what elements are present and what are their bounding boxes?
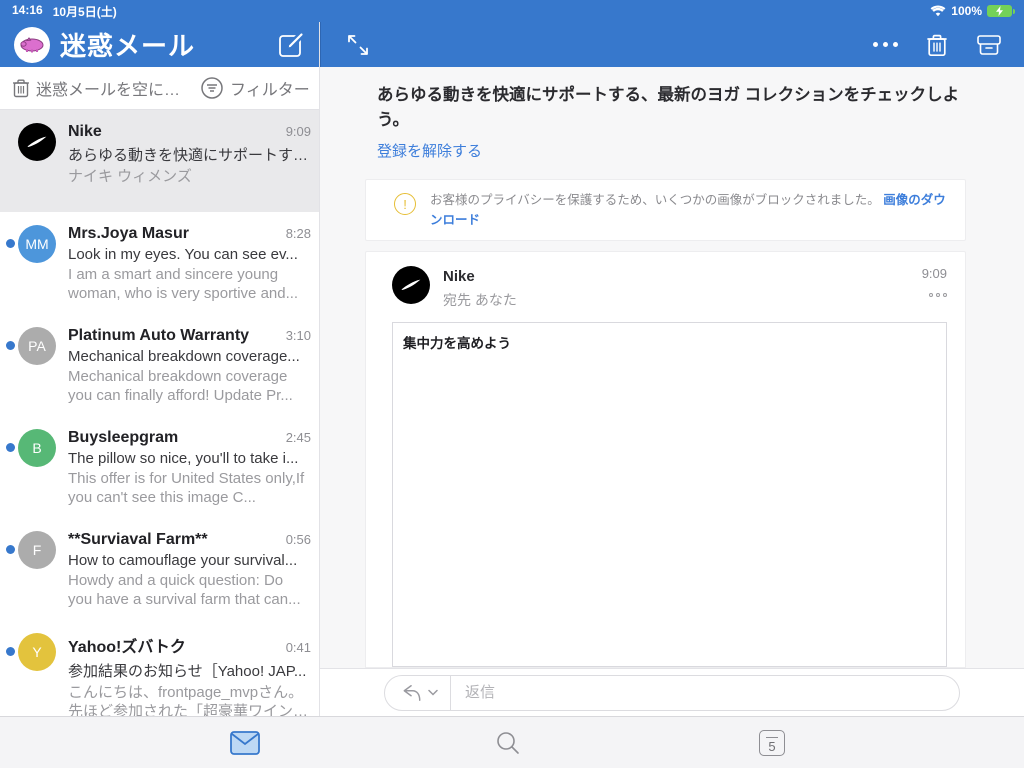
sender-name: **Surviaval Farm** [68,531,208,548]
sender-name: Yahoo!ズバトク [68,639,186,656]
reading-pane: あらゆる動きを快適にサポートする、最新のヨガ コレクションをチェックしよう。 登… [320,22,1024,716]
mail-card: Nike 宛先 あなた 9:09 集中力を高めよう [365,251,966,668]
compose-button[interactable] [277,31,305,59]
search-icon [497,731,519,754]
unsubscribe-link[interactable]: 登録を解除する [377,140,482,161]
nike-swoosh-icon [27,136,47,148]
date: 10月5日(土) [52,4,117,19]
sender-avatar: Y [18,633,56,671]
mail-time: 8:28 [285,226,311,241]
battery-icon [987,5,1015,17]
mail-subject: Look in my eyes. You can see ev... [68,246,298,263]
sender-avatar: B [18,429,56,467]
mail-time: 0:56 [285,532,311,547]
mail-preview: Howdy and a quick question: Do you have … [68,572,301,608]
list-item[interactable]: Nike 9:09 あらゆる動きを快適にサポートす… ナイキ ウィメンズ [0,110,319,212]
delete-button[interactable] [926,33,948,57]
mail-time: 9:09 [285,124,311,139]
mail-preview: Mechanical breakdown coverage you can fi… [68,368,293,404]
trash-icon [927,34,947,56]
mail-subject: The pillow so nice, you'll to take i... [68,450,299,467]
empty-spam-button[interactable]: 迷惑メールを空に… [12,76,180,100]
mail-subject: How to camouflage your survival... [68,552,298,569]
list-toolbar: 迷惑メールを空に… フィルター [0,67,319,110]
sender-name: Buysleepgram [68,429,179,446]
sender-name: Nike [443,268,475,285]
reply-bar [320,668,1024,716]
mail-time: 0:41 [285,640,311,655]
archive-icon [977,34,1001,55]
blocked-images-banner: ! お客様のプライバシーを保護するため、いくつかの画像がブロックされました。 画… [365,179,966,241]
mail-preview: こんにちは、frontpage_mvpさん。先ほど参加された「超豪華ワイン… [68,684,309,716]
sender-name: Platinum Auto Warranty [68,327,250,344]
sender-avatar: F [18,531,56,569]
tab-mail[interactable] [230,730,260,755]
unread-dot [5,443,15,452]
tab-search[interactable] [495,730,521,756]
mail-preview: This offer is for United States only,If … [68,470,305,506]
list-item[interactable]: MM Mrs.Joya Masur 8:28 Look in my eyes. Y… [0,212,319,314]
mail-preview: I am a smart and sincere young woman, wh… [68,266,299,302]
list-item[interactable]: Y Yahoo!ズバトク 0:41 参加結果のお知らせ［Yahoo! JAP...… [0,620,319,716]
reply-arrow-icon [403,684,421,701]
reply-type-button[interactable] [385,683,450,703]
mail-list-pane: 迷惑メール 迷惑メールを空に… フィルター Nike 9:09 あらゆる動きを快… [0,22,320,716]
pig-icon [20,36,44,52]
list-item[interactable]: F **Surviaval Farm** 0:56 How to camoufla… [0,518,319,620]
sender-avatar [18,123,56,161]
chevron-down-icon [428,689,438,696]
filter-icon [201,77,223,99]
mail-subject: あらゆる動きを快適にサポートす… [68,147,309,164]
status-bar: 14:16 10月5日(土) 100% [0,0,1024,22]
nike-swoosh-icon [401,279,421,291]
tab-app-badge[interactable]: 5 [759,729,785,756]
trash-icon [13,79,29,98]
mail-time: 2:45 [285,430,311,445]
warning-icon: ! [394,193,416,215]
sender-name: Mrs.Joya Masur [68,225,189,242]
battery-percent: 100% [951,4,982,18]
sender-avatar: PA [18,327,56,365]
mail-body-text: 集中力を高めよう [403,336,511,351]
filter-button[interactable]: フィルター [200,76,310,100]
mail-icon [230,730,260,755]
reply-input[interactable] [451,684,959,701]
privacy-notice: お客様のプライバシーを保護するため、いくつかの画像がブロックされました。 [430,193,880,207]
mail-subject: 参加結果のお知らせ［Yahoo! JAP... [68,663,307,680]
empty-spam-label: 迷惑メールを空に… [36,82,181,99]
folder-title: 迷惑メール [60,31,196,61]
mail-subject-full: あらゆる動きを快適にサポートする、最新のヨガ コレクションをチェックしよう。 [377,86,960,129]
sender-name: Nike [68,123,102,140]
sender-avatar: MM [18,225,56,263]
mail-time: 9:09 [921,266,947,281]
badge-5-icon: 5 [759,729,785,756]
mail-content: あらゆる動きを快適にサポートする、最新のヨガ コレクションをチェックしよう。 登… [320,67,1024,668]
mail-body: 集中力を高めよう [392,322,947,667]
mail-subject: Mechanical breakdown coverage... [68,348,300,365]
list-item[interactable]: PA Platinum Auto Warranty 3:10 Mechanical… [0,314,319,416]
unread-dot [5,545,15,554]
account-avatar[interactable] [14,26,50,63]
filter-label: フィルター [230,82,310,99]
more-options-button[interactable] [873,42,898,47]
recipient-line: 宛先 あなた [443,292,517,308]
mail-time: 3:10 [285,328,311,343]
mail-app: 14:16 10月5日(土) 100% 迷惑メール 迷惑メールを空に… フィルタ… [0,0,1024,768]
unread-dot [5,239,15,248]
folder-header: 迷惑メール [0,22,319,67]
mail-preview: ナイキ ウィメンズ [68,168,192,185]
unread-dot [5,341,15,350]
clock: 14:16 [12,2,43,17]
archive-button[interactable] [976,33,1002,57]
tab-bar: 5 [0,716,1024,768]
email-list: Nike 9:09 あらゆる動きを快適にサポートす… ナイキ ウィメンズ MM M… [0,110,319,716]
expand-button[interactable] [345,32,371,58]
wifi-icon [930,5,946,17]
sender-avatar [392,266,430,304]
unread-dot [5,647,15,656]
message-more-button[interactable] [922,293,947,297]
reading-pane-header [320,22,1024,67]
list-item[interactable]: B Buysleepgram 2:45 The pillow so nice, y… [0,416,319,518]
